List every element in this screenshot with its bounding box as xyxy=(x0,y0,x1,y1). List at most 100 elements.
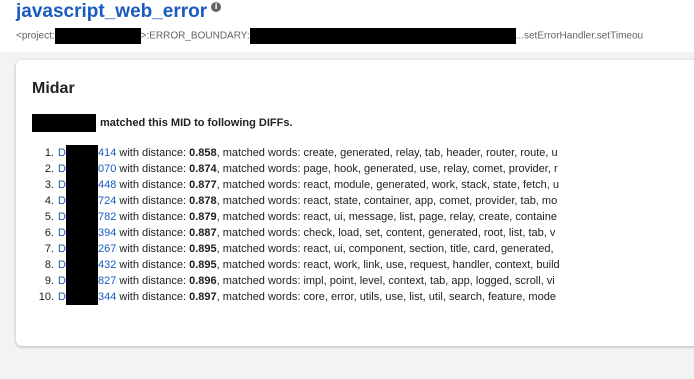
diff-link[interactable]: D 414 xyxy=(58,145,117,161)
redacted-project xyxy=(54,28,141,44)
diff-suffix: 267 xyxy=(97,243,117,255)
diff-number: 6. xyxy=(44,227,54,239)
diff-item: 7. D 267 with distance: 0.895, matched wor… xyxy=(32,241,560,257)
redacted-diff-id xyxy=(65,273,98,289)
redacted-diff-id xyxy=(65,289,98,305)
redacted-diff-id xyxy=(65,193,98,209)
distance-value: 0.878 xyxy=(189,195,217,207)
distance-label: with distance: xyxy=(119,291,187,303)
page-header: javascript_web_error i <project: >:ERROR_B… xyxy=(0,0,694,52)
diff-number: 8. xyxy=(44,259,54,271)
diff-link[interactable]: D 394 xyxy=(58,225,116,241)
distance-value: 0.879 xyxy=(189,211,217,223)
distance-value: 0.895 xyxy=(189,259,217,271)
distance-label: with distance: xyxy=(119,163,187,175)
diff-suffix: 414 xyxy=(97,147,117,159)
redacted-diff-id xyxy=(65,145,98,161)
words-label: , matched words: xyxy=(216,275,301,287)
redacted-diff-id xyxy=(65,209,98,225)
distance-value: 0.887 xyxy=(189,227,217,239)
diff-suffix: 724 xyxy=(97,195,117,207)
card-title: Midar xyxy=(32,80,75,97)
distance-value: 0.877 xyxy=(189,179,217,191)
diff-number: 2. xyxy=(44,163,54,175)
info-icon[interactable]: i xyxy=(211,2,222,12)
words-label: , matched words: xyxy=(216,227,301,239)
diff-prefix: D xyxy=(58,291,66,303)
diff-suffix: 782 xyxy=(97,211,117,223)
path-mid: >:ERROR_BOUNDARY: xyxy=(140,30,250,42)
diff-item: 2. D 070 with distance: 0.874, matched wor… xyxy=(32,161,560,177)
distance-label: with distance: xyxy=(119,211,187,223)
diff-prefix: D xyxy=(58,163,66,175)
redacted-diff-id xyxy=(65,225,98,241)
diff-suffix: 344 xyxy=(97,291,117,303)
diff-link[interactable]: D 448 xyxy=(58,177,116,193)
matched-words: page, hook, generated, use, relay, comet… xyxy=(303,163,558,175)
diff-item: 3. D 448 with distance: 0.877, matched wor… xyxy=(32,177,560,193)
diff-item: 10. D 344 with distance: 0.897, matched wo… xyxy=(32,289,560,305)
matched-text: matched this MID to following DIFFs. xyxy=(100,116,293,129)
diff-link[interactable]: D 267 xyxy=(58,241,117,257)
diff-suffix: 827 xyxy=(97,275,117,287)
redacted-diff-id xyxy=(65,241,98,257)
diff-link[interactable]: D 344 xyxy=(58,289,117,305)
matched-summary: matched this MID to following DIFFs. xyxy=(32,114,293,132)
diff-prefix: D xyxy=(58,179,66,191)
distance-value: 0.897 xyxy=(189,291,217,303)
diff-link[interactable]: D 070 xyxy=(58,161,117,177)
diff-list: 1. D 414 with distance: 0.858, matched wor… xyxy=(32,145,560,305)
diff-prefix: D xyxy=(58,227,66,239)
distance-label: with distance: xyxy=(119,147,187,159)
title-row: javascript_web_error i xyxy=(16,1,222,23)
diff-item: 9. D 827 with distance: 0.896, matched wor… xyxy=(32,273,560,289)
diff-prefix: D xyxy=(58,147,66,159)
diff-number: 4. xyxy=(44,195,54,207)
diff-item: 1. D 414 with distance: 0.858, matched wor… xyxy=(32,145,560,161)
redacted-mid xyxy=(32,114,96,132)
path-prefix: <project: xyxy=(16,30,55,42)
words-label: , matched words: xyxy=(216,147,301,159)
distance-value: 0.895 xyxy=(189,243,217,255)
error-path: <project: >:ERROR_BOUNDARY: ...setErrorHan… xyxy=(16,28,643,44)
words-label: , matched words: xyxy=(216,195,301,207)
distance-label: with distance: xyxy=(119,243,187,255)
diff-link[interactable]: D 432 xyxy=(58,257,117,273)
diff-prefix: D xyxy=(58,243,66,255)
midar-card: Midar matched this MID to following DIFF… xyxy=(16,60,694,346)
distance-value: 0.874 xyxy=(189,163,217,175)
distance-label: with distance: xyxy=(119,275,187,287)
diff-suffix: 070 xyxy=(97,163,117,175)
distance-label: with distance: xyxy=(119,195,187,207)
diff-link[interactable]: D 827 xyxy=(58,273,117,289)
words-label: , matched words: xyxy=(216,243,301,255)
diff-number: 3. xyxy=(44,179,54,191)
diff-item: 6. D 394 with distance: 0.887, matched wor… xyxy=(32,225,560,241)
words-label: , matched words: xyxy=(216,163,301,175)
diff-number: 7. xyxy=(44,243,54,255)
diff-suffix: 432 xyxy=(97,259,117,271)
distance-label: with distance: xyxy=(119,227,187,239)
words-label: , matched words: xyxy=(216,211,301,223)
matched-words: impl, point, level, context, tab, app, l… xyxy=(303,275,555,287)
words-label: , matched words: xyxy=(216,259,301,271)
matched-words: react, ui, message, list, page, relay, c… xyxy=(303,211,557,223)
diff-number: 10. xyxy=(38,291,54,303)
diff-number: 1. xyxy=(44,147,54,159)
distance-label: with distance: xyxy=(119,259,187,271)
matched-words: check, load, set, content, generated, ro… xyxy=(303,227,556,239)
redacted-diff-id xyxy=(65,257,98,273)
redacted-diff-id xyxy=(65,177,98,193)
diff-link[interactable]: D 724 xyxy=(58,193,117,209)
distance-value: 0.896 xyxy=(189,275,217,287)
diff-prefix: D xyxy=(58,195,66,207)
words-label: , matched words: xyxy=(216,291,301,303)
diff-prefix: D xyxy=(58,275,66,287)
diff-link[interactable]: D 782 xyxy=(58,209,117,225)
page-title[interactable]: javascript_web_error xyxy=(16,1,207,22)
diff-prefix: D xyxy=(58,259,66,271)
redacted-error xyxy=(249,28,516,44)
distance-value: 0.858 xyxy=(189,147,217,159)
diff-item: 4. D 724 with distance: 0.878, matched wor… xyxy=(32,193,560,209)
matched-words: react, ui, component, section, title, ca… xyxy=(303,243,554,255)
